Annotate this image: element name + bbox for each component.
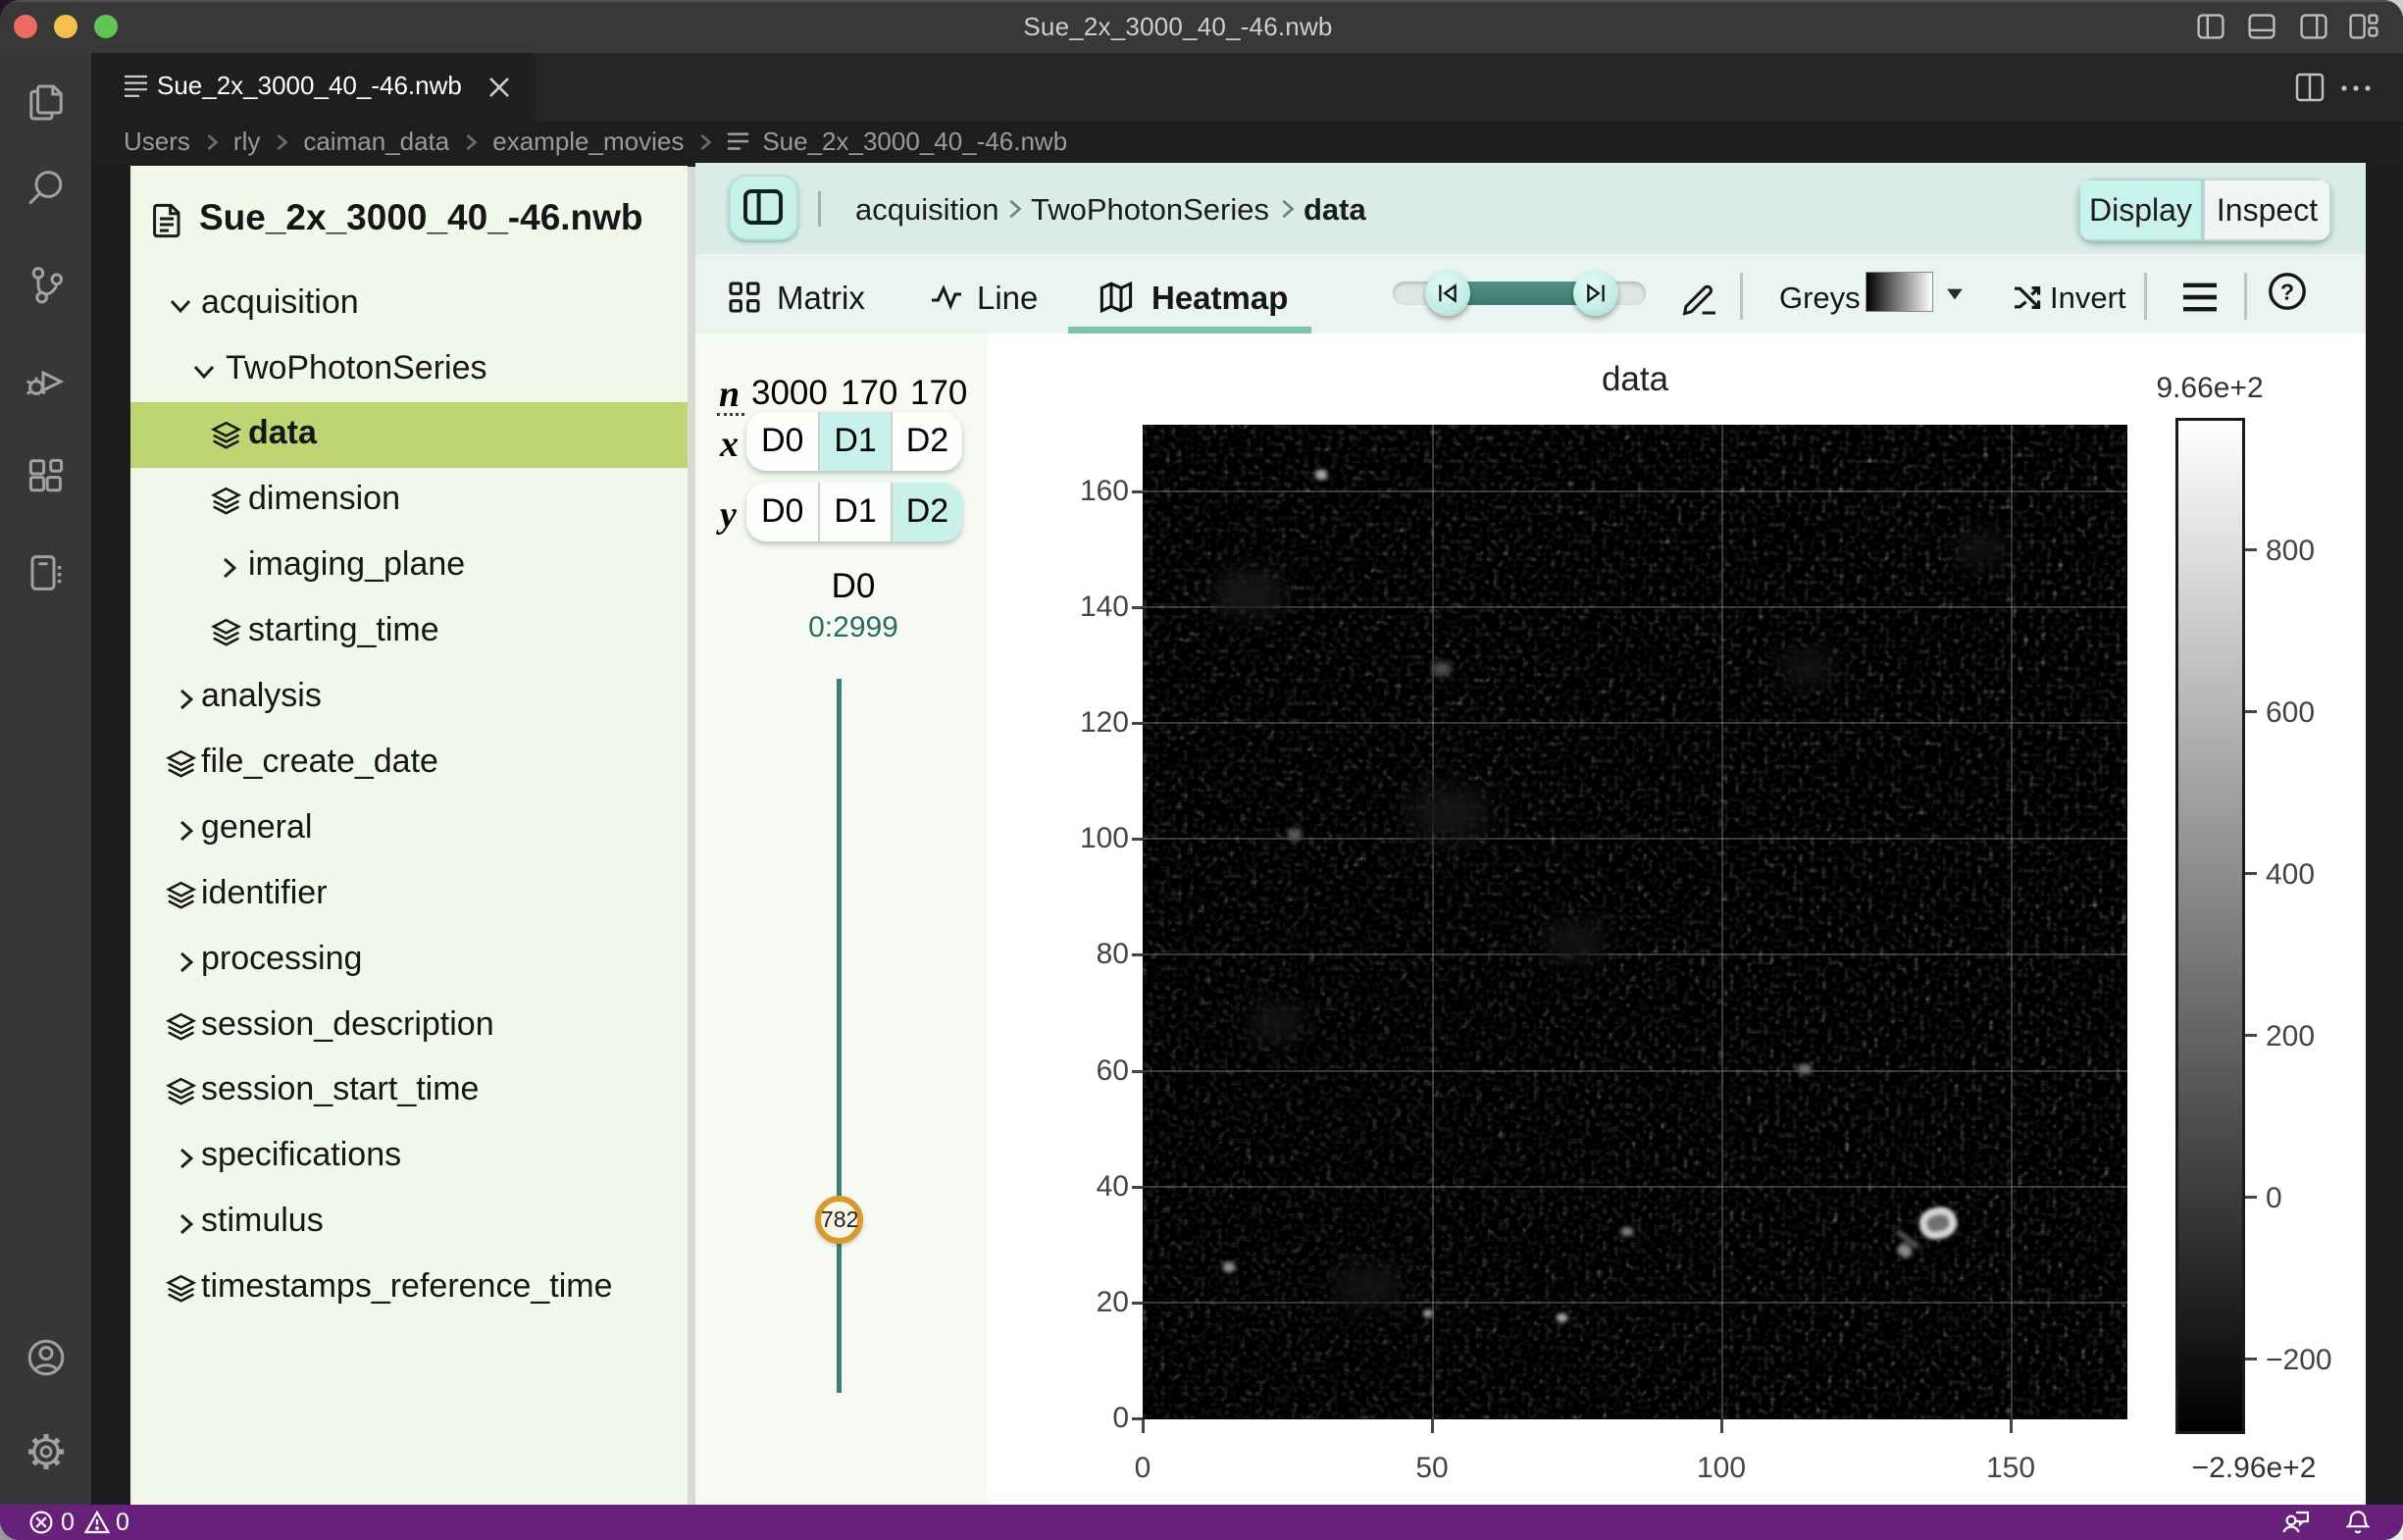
svg-text:?: ?	[2280, 279, 2294, 304]
